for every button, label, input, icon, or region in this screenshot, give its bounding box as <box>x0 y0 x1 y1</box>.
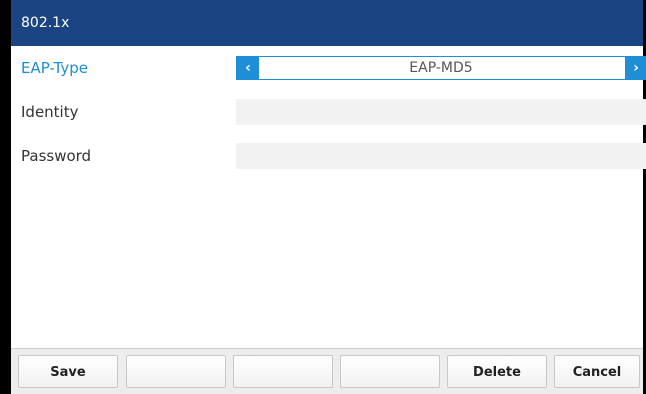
phone-screen: 802.1x EAP-Type ‹ EAP-MD5 › Identity Pas… <box>0 0 646 394</box>
title-bar: 802.1x <box>11 0 643 46</box>
settings-form: EAP-Type ‹ EAP-MD5 › Identity Password <box>11 46 646 348</box>
eap-type-selector[interactable]: ‹ EAP-MD5 › <box>236 56 646 80</box>
page-title: 802.1x <box>21 15 70 31</box>
chevron-right-icon[interactable]: › <box>625 57 646 79</box>
identity-field[interactable] <box>236 99 646 125</box>
password-label: Password <box>21 147 92 165</box>
softkey-3[interactable] <box>233 355 333 388</box>
delete-button[interactable]: Delete <box>447 355 547 388</box>
screen-bezel-left <box>0 0 11 394</box>
identity-label: Identity <box>21 103 79 121</box>
softkey-2[interactable] <box>126 355 226 388</box>
chevron-left-icon[interactable]: ‹ <box>237 57 259 79</box>
softkey-4[interactable] <box>340 355 440 388</box>
eap-type-label: EAP-Type <box>21 59 88 77</box>
softkey-bar: Save Delete Cancel <box>11 348 643 394</box>
cancel-button[interactable]: Cancel <box>554 355 640 388</box>
password-field[interactable] <box>236 143 646 169</box>
save-button[interactable]: Save <box>18 355 118 388</box>
eap-type-value: EAP-MD5 <box>409 60 473 76</box>
